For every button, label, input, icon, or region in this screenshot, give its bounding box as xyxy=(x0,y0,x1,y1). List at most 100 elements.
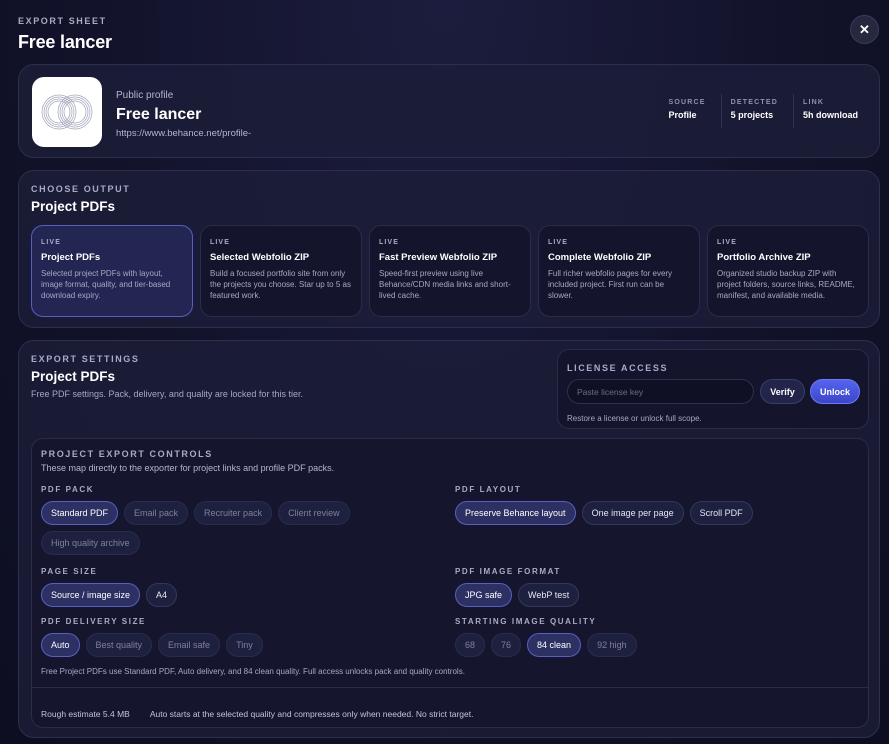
estimate-note: Auto starts at the selected quality and … xyxy=(149,709,474,719)
stat-label: LINK xyxy=(803,99,825,106)
chip-standard-pdf[interactable]: Standard PDF xyxy=(41,501,119,525)
chip-quality-76[interactable]: 76 xyxy=(491,633,522,657)
group-label: PDF LAYOUT xyxy=(455,485,522,494)
profile-url: https://www.behance.net/profile- xyxy=(116,128,252,139)
option-tag: LIVE xyxy=(717,239,737,246)
pdf-layout-chips: Preserve Behance layout One image per pa… xyxy=(455,501,855,525)
sheet-header: EXPORT SHEET Free lancer xyxy=(18,16,112,53)
option-title: Portfolio Archive ZIP xyxy=(717,252,811,263)
image-quality-group: STARTING IMAGE QUALITY 68 76 84 clean 92… xyxy=(455,617,855,657)
chip-scroll-pdf[interactable]: Scroll PDF xyxy=(689,501,753,525)
license-key-input[interactable] xyxy=(567,379,754,404)
project-export-controls: PROJECT EXPORT CONTROLS These map direct… xyxy=(31,438,869,728)
chip-webp-test[interactable]: WebP test xyxy=(518,583,580,607)
divider xyxy=(32,687,868,688)
option-tag: LIVE xyxy=(210,239,230,246)
option-desc: Build a focused portfolio site from only… xyxy=(210,269,351,300)
delivery-size-group: PDF DELIVERY SIZE Auto Best quality Emai… xyxy=(41,617,441,657)
output-title: Project PDFs xyxy=(31,199,116,214)
stat-link: LINK 5h download xyxy=(793,94,867,128)
option-portfolio-archive-zip[interactable]: LIVE Portfolio Archive ZIP Organized stu… xyxy=(707,225,869,317)
license-access-panel: LICENSE ACCESS Verify Unlock Restore a l… xyxy=(557,349,869,429)
option-tag: LIVE xyxy=(379,239,399,246)
option-fast-preview-webfolio-zip[interactable]: LIVE Fast Preview Webfolio ZIP Speed-fir… xyxy=(369,225,531,317)
chip-quality-92-high[interactable]: 92 high xyxy=(587,633,637,657)
delivery-size-chips: Auto Best quality Email safe Tiny xyxy=(41,633,441,657)
page-size-group: PAGE SIZE Source / image size A4 xyxy=(41,567,441,607)
group-label: STARTING IMAGE QUALITY xyxy=(455,617,597,626)
chip-auto[interactable]: Auto xyxy=(41,633,80,657)
profile-name: Free lancer xyxy=(116,106,202,123)
option-desc: Selected project PDFs with layout, image… xyxy=(41,269,171,300)
option-title: Project PDFs xyxy=(41,252,101,263)
stat-value: 5 projects xyxy=(730,110,774,120)
chip-one-image-per-page[interactable]: One image per page xyxy=(581,501,684,525)
tier-note: Free Project PDFs use Standard PDF, Auto… xyxy=(41,667,465,676)
output-eyebrow: CHOOSE OUTPUT xyxy=(31,184,131,194)
avatar xyxy=(32,77,102,147)
option-desc: Full richer webfolio pages for every inc… xyxy=(548,269,673,300)
group-label: PAGE SIZE xyxy=(41,567,98,576)
group-label: PDF DELIVERY SIZE xyxy=(41,617,146,626)
page-title: Free lancer xyxy=(18,32,112,52)
chip-client-review[interactable]: Client review xyxy=(278,501,350,525)
page-size-chips: Source / image size A4 xyxy=(41,583,441,607)
close-icon: ✕ xyxy=(859,21,870,37)
pdf-pack-chips: Standard PDF Email pack Recruiter pack C… xyxy=(41,501,441,555)
option-title: Complete Webfolio ZIP xyxy=(548,252,652,263)
chip-tiny[interactable]: Tiny xyxy=(226,633,263,657)
image-format-group: PDF IMAGE FORMAT JPG safe WebP test xyxy=(455,567,855,607)
option-desc: Speed-first preview using live Behance/C… xyxy=(379,269,511,300)
option-tag: LIVE xyxy=(41,239,61,246)
settings-eyebrow: EXPORT SETTINGS xyxy=(31,354,140,364)
image-quality-chips: 68 76 84 clean 92 high xyxy=(455,633,855,657)
chip-quality-68[interactable]: 68 xyxy=(455,633,486,657)
option-desc: Organized studio backup ZIP with project… xyxy=(717,269,855,300)
image-format-chips: JPG safe WebP test xyxy=(455,583,855,607)
license-eyebrow: LICENSE ACCESS xyxy=(567,363,669,373)
pdf-pack-group: PDF PACK Standard PDF Email pack Recruit… xyxy=(41,485,441,555)
settings-subtitle: Free PDF settings. Pack, delivery, and q… xyxy=(31,389,303,399)
stat-label: DETECTED xyxy=(730,99,778,106)
verify-button[interactable]: Verify xyxy=(760,379,805,404)
option-tag: LIVE xyxy=(548,239,568,246)
sheet-eyebrow: EXPORT SHEET xyxy=(18,16,107,26)
controls-eyebrow: PROJECT EXPORT CONTROLS xyxy=(41,449,213,459)
chip-a4[interactable]: A4 xyxy=(146,583,178,607)
chip-high-quality-archive[interactable]: High quality archive xyxy=(41,531,140,555)
interlocked-rings-logo-icon xyxy=(41,94,93,130)
group-label: PDF IMAGE FORMAT xyxy=(455,567,561,576)
stat-value: Profile xyxy=(668,110,697,120)
group-label: PDF PACK xyxy=(41,485,95,494)
output-card: CHOOSE OUTPUT Project PDFs LIVE Project … xyxy=(18,170,880,328)
unlock-button[interactable]: Unlock xyxy=(810,379,860,404)
chip-jpg-safe[interactable]: JPG safe xyxy=(455,583,513,607)
option-title: Selected Webfolio ZIP xyxy=(210,252,310,263)
license-hint: Restore a license or unlock full scope. xyxy=(567,414,702,423)
chip-quality-84-clean[interactable]: 84 clean xyxy=(527,633,582,657)
estimate-value: Rough estimate 5.4 MB xyxy=(41,709,130,719)
stat-source: SOURCE Profile xyxy=(660,94,715,128)
chip-preserve-behance-layout[interactable]: Preserve Behance layout xyxy=(455,501,576,525)
controls-subtitle: These map directly to the exporter for p… xyxy=(41,463,335,473)
profile-stats: SOURCE Profile DETECTED 5 projects LINK … xyxy=(660,94,867,128)
pdf-layout-group: PDF LAYOUT Preserve Behance layout One i… xyxy=(455,485,855,525)
chip-email-pack[interactable]: Email pack xyxy=(124,501,189,525)
option-project-pdfs[interactable]: LIVE Project PDFs Selected project PDFs … xyxy=(31,225,193,317)
chip-source-image-size[interactable]: Source / image size xyxy=(41,583,141,607)
settings-card: EXPORT SETTINGS Project PDFs Free PDF se… xyxy=(18,340,880,738)
size-estimate: Rough estimate 5.4 MB Auto starts at the… xyxy=(41,709,473,719)
option-title: Fast Preview Webfolio ZIP xyxy=(379,252,498,263)
option-complete-webfolio-zip[interactable]: LIVE Complete Webfolio ZIP Full richer w… xyxy=(538,225,700,317)
stat-detected: DETECTED 5 projects xyxy=(720,94,787,128)
chip-best-quality[interactable]: Best quality xyxy=(85,633,153,657)
option-selected-webfolio-zip[interactable]: LIVE Selected Webfolio ZIP Build a focus… xyxy=(200,225,362,317)
chip-recruiter-pack[interactable]: Recruiter pack xyxy=(194,501,273,525)
profile-kicker: Public profile xyxy=(116,90,174,101)
close-button[interactable]: ✕ xyxy=(850,15,879,44)
stat-label: SOURCE xyxy=(668,99,706,106)
chip-email-safe[interactable]: Email safe xyxy=(158,633,221,657)
profile-info: Public profile Free lancer https://www.b… xyxy=(116,90,251,139)
stat-value: 5h download xyxy=(803,110,858,120)
settings-title: Project PDFs xyxy=(31,369,116,384)
